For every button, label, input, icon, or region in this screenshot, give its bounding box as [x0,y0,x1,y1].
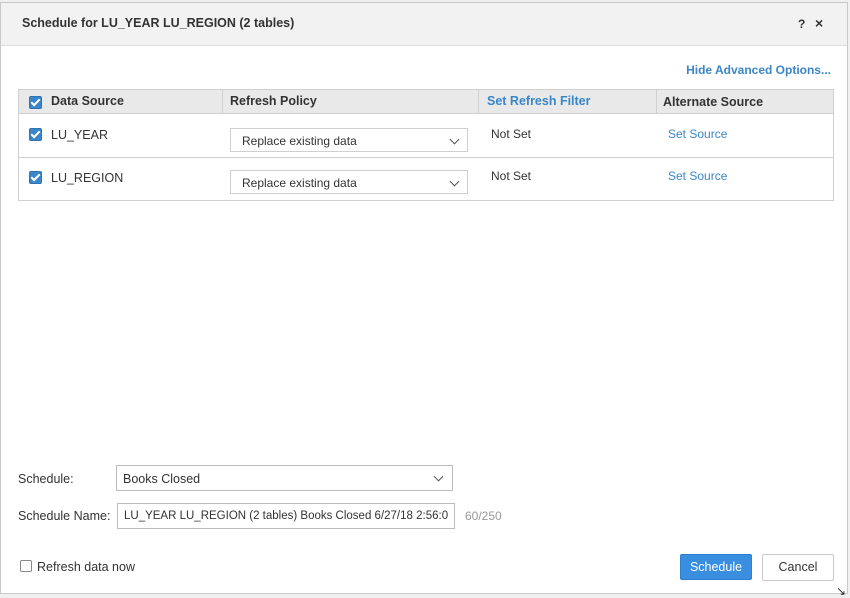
header-set-refresh-filter[interactable]: Set Refresh Filter [487,90,591,113]
help-icon[interactable]: ? [798,17,805,31]
chevron-down-icon [433,471,444,482]
set-source-link[interactable]: Set Source [668,127,727,141]
table-row: LU_REGION Replace existing data Not Set … [19,158,833,201]
character-counter: 60/250 [465,509,502,523]
header-refresh-policy: Refresh Policy [230,94,317,108]
schedule-value: Books Closed [123,472,201,486]
schedule-select[interactable]: Books Closed [116,465,453,491]
data-source-table: Data Source Refresh Policy Set Refresh F… [18,89,834,201]
chevron-down-icon [449,176,460,187]
schedule-dialog: Schedule for LU_YEAR LU_REGION (2 tables… [0,2,848,594]
schedule-label: Schedule: [18,472,74,486]
refresh-filter-value: Not Set [491,127,532,141]
data-source-name: LU_REGION [51,171,124,185]
data-source-name: LU_YEAR [51,128,108,142]
refresh-policy-value: Replace existing data [242,176,357,190]
cursor-icon: ↘ [836,584,847,598]
refresh-policy-select[interactable]: Replace existing data [230,170,468,194]
row-checkbox[interactable] [29,128,42,141]
close-icon[interactable]: × [815,15,823,31]
cancel-button[interactable]: Cancel [762,554,834,581]
set-source-link[interactable]: Set Source [668,169,727,183]
refresh-now-checkbox[interactable] [20,560,32,572]
refresh-policy-select[interactable]: Replace existing data [230,128,468,152]
dialog-title: Schedule for LU_YEAR LU_REGION (2 tables… [22,16,295,30]
refresh-policy-value: Replace existing data [242,134,357,148]
header-divider [656,90,657,113]
table-row: LU_YEAR Replace existing data Not Set Se… [19,114,833,158]
refresh-filter-value: Not Set [491,169,532,183]
schedule-name-input[interactable] [117,503,455,529]
schedule-button[interactable]: Schedule [680,554,752,580]
header-divider [478,90,479,113]
hide-advanced-options-link[interactable]: Hide Advanced Options... [686,63,831,77]
select-all-checkbox[interactable] [29,96,42,109]
schedule-name-label: Schedule Name: [18,509,111,523]
chevron-down-icon [449,134,460,145]
header-alternate-source: Alternate Source [663,95,764,109]
header-data-source: Data Source [51,94,124,108]
header-divider [222,90,223,113]
dialog-titlebar: Schedule for LU_YEAR LU_REGION (2 tables… [1,3,847,46]
refresh-now-label: Refresh data now [37,560,135,574]
table-header: Data Source Refresh Policy Set Refresh F… [19,90,833,114]
row-checkbox[interactable] [29,171,42,184]
